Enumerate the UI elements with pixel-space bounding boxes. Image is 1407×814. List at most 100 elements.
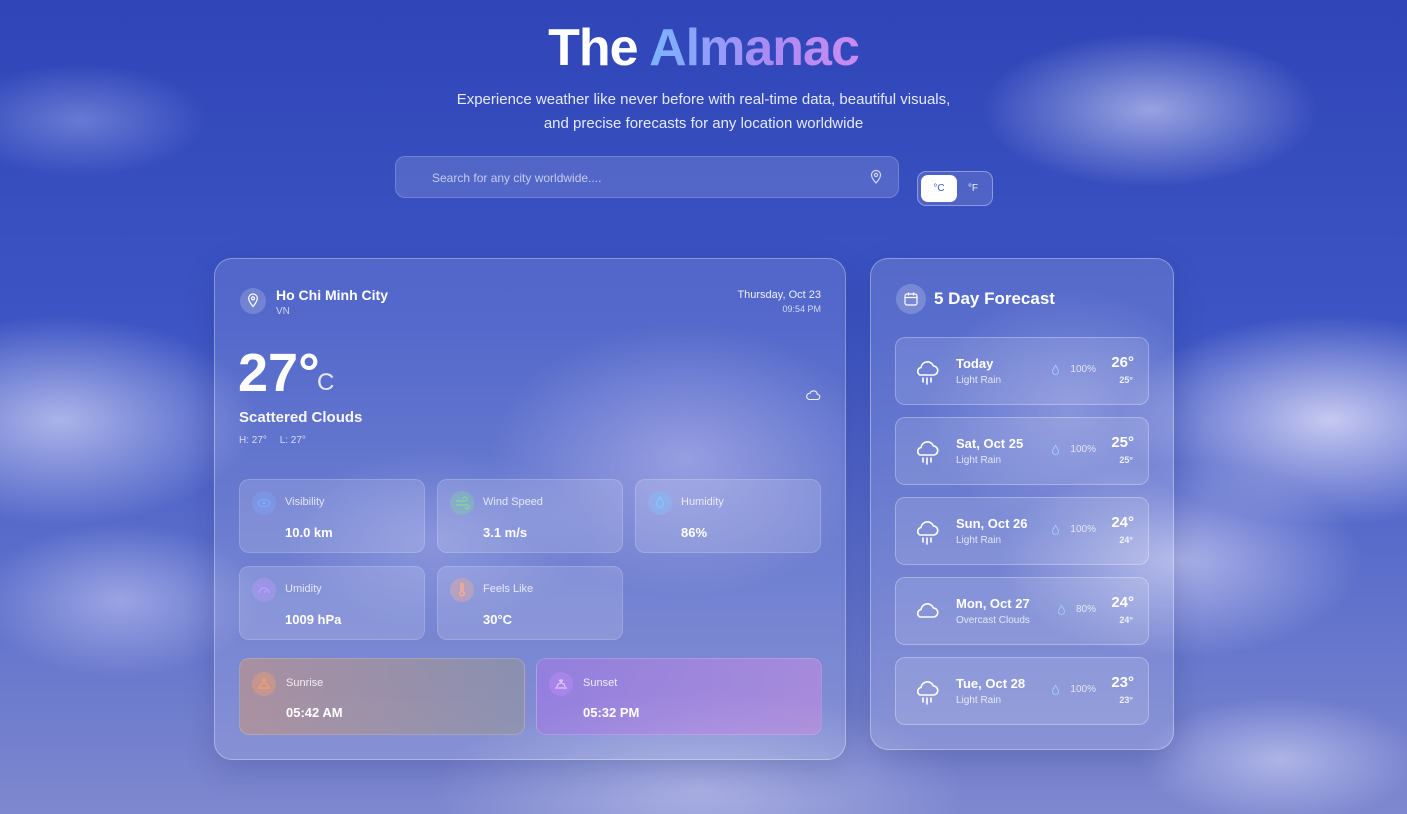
cloud-rain-icon bbox=[917, 681, 939, 705]
forecast-day: Tue, Oct 28 bbox=[956, 676, 1026, 691]
temperature-unit: C bbox=[317, 369, 335, 396]
sunset-label: Sunset bbox=[583, 677, 618, 689]
stat-label: Wind Speed bbox=[483, 496, 543, 508]
forecast-row[interactable]: Mon, Oct 27 Overcast Clouds 80% 24° 24° bbox=[895, 577, 1149, 645]
precipitation-value: 100% bbox=[1070, 444, 1096, 455]
stat-value: 1009 hPa bbox=[285, 612, 342, 627]
stat-visibility: Visibility 10.0 km bbox=[239, 479, 425, 553]
cloud-rain-icon bbox=[917, 521, 939, 545]
forecast-low: 25° bbox=[1119, 375, 1133, 385]
forecast-day: Today bbox=[956, 356, 994, 371]
forecast-row[interactable]: Tue, Oct 28 Light Rain 100% 23° 23° bbox=[895, 657, 1149, 725]
low-temp: L: 27° bbox=[279, 435, 306, 446]
stat-feels-like: Feels Like 30°C bbox=[437, 566, 623, 640]
stat-value: 10.0 km bbox=[285, 525, 333, 540]
app-title-main: The bbox=[548, 19, 638, 77]
cloud-rain-icon bbox=[917, 361, 939, 385]
stat-pressure: Umidity 1009 hPa bbox=[239, 566, 425, 640]
precipitation: 100% bbox=[1050, 523, 1096, 537]
forecast-desc: Overcast Clouds bbox=[956, 615, 1030, 626]
precipitation: 100% bbox=[1050, 363, 1096, 377]
wind-icon bbox=[450, 491, 474, 515]
search-bar[interactable] bbox=[395, 156, 899, 199]
droplet-icon bbox=[1051, 684, 1060, 695]
sunset-time: 05:32 PM bbox=[583, 705, 640, 720]
sunrise-time: 05:42 AM bbox=[286, 705, 343, 720]
high-temp: H: 27° bbox=[239, 435, 267, 446]
cloud-rain-icon bbox=[917, 441, 939, 465]
current-time: 09:54 PM bbox=[782, 304, 821, 314]
forecast-desc: Light Rain bbox=[956, 695, 1002, 706]
calendar-icon bbox=[896, 284, 926, 314]
fahrenheit-button[interactable]: °F bbox=[955, 175, 991, 202]
sunrise-label: Sunrise bbox=[286, 677, 324, 689]
forecast-row[interactable]: Sat, Oct 25 Light Rain 100% 25° 25° bbox=[895, 417, 1149, 485]
forecast-low: 23° bbox=[1119, 695, 1133, 705]
stat-value: 30°C bbox=[483, 612, 513, 627]
thermometer-icon bbox=[450, 578, 474, 602]
forecast-desc: Light Rain bbox=[956, 455, 1002, 466]
forecast-high: 23° bbox=[1111, 674, 1134, 691]
stat-value: 86% bbox=[681, 525, 708, 540]
precipitation-value: 100% bbox=[1070, 364, 1096, 375]
stat-label: Humidity bbox=[681, 496, 724, 508]
stat-value: 3.1 m/s bbox=[483, 525, 528, 540]
weather-condition: Scattered Clouds bbox=[239, 409, 363, 426]
forecast-high: 24° bbox=[1111, 514, 1134, 531]
sunrise-card: Sunrise 05:42 AM bbox=[239, 658, 525, 735]
forecast-desc: Light Rain bbox=[956, 535, 1002, 546]
stat-wind-speed: Wind Speed 3.1 m/s bbox=[437, 479, 623, 553]
current-weather-card: Ho Chi Minh City VN Thursday, Oct 23 09:… bbox=[214, 258, 846, 760]
sunset-icon bbox=[549, 672, 573, 696]
droplet-icon bbox=[1051, 364, 1060, 375]
app-header: The Almanac Experience weather like neve… bbox=[0, 18, 1407, 136]
forecast-row[interactable]: Today Light Rain 100% 26° 25° bbox=[895, 337, 1149, 405]
stat-humidity: Humidity 86% bbox=[635, 479, 821, 553]
droplet-icon bbox=[1051, 444, 1060, 455]
precipitation-value: 100% bbox=[1070, 524, 1096, 535]
forecast-low: 25° bbox=[1119, 455, 1133, 465]
forecast-day: Mon, Oct 27 bbox=[956, 596, 1030, 611]
cloud-icon bbox=[806, 390, 821, 401]
forecast-row[interactable]: Sun, Oct 26 Light Rain 100% 24° 24° bbox=[895, 497, 1149, 565]
stat-label: Feels Like bbox=[483, 583, 534, 595]
gauge-icon bbox=[252, 578, 276, 602]
unit-toggle[interactable]: °C °F bbox=[917, 171, 993, 206]
forecast-card: 5 Day Forecast Today Light Rain 100% 26°… bbox=[870, 258, 1174, 750]
droplet-icon bbox=[1051, 524, 1060, 535]
high-low: H: 27° L: 27° bbox=[239, 435, 316, 446]
app-title: The Almanac bbox=[0, 18, 1407, 78]
current-date: Thursday, Oct 23 bbox=[737, 289, 821, 301]
sunset-card: Sunset 05:32 PM bbox=[536, 658, 822, 735]
forecast-low: 24° bbox=[1119, 615, 1133, 625]
forecast-low: 24° bbox=[1119, 535, 1133, 545]
forecast-high: 25° bbox=[1111, 434, 1134, 451]
forecast-high: 26° bbox=[1111, 354, 1134, 371]
app-subtitle: Experience weather like never before wit… bbox=[456, 91, 951, 132]
location-icon bbox=[240, 288, 266, 314]
celsius-button[interactable]: °C bbox=[921, 175, 957, 202]
forecast-desc: Light Rain bbox=[956, 375, 1002, 386]
droplet-icon bbox=[648, 491, 672, 515]
country-code: VN bbox=[276, 306, 290, 317]
cloud-icon bbox=[917, 603, 939, 618]
sunrise-icon bbox=[252, 672, 276, 696]
city-name: Ho Chi Minh City bbox=[276, 287, 388, 303]
precipitation: 100% bbox=[1050, 443, 1096, 457]
eye-icon bbox=[252, 491, 276, 515]
forecast-day: Sun, Oct 26 bbox=[956, 516, 1028, 531]
stat-label: Umidity bbox=[285, 583, 322, 595]
forecast-day: Sat, Oct 25 bbox=[956, 436, 1024, 451]
search-input[interactable] bbox=[430, 157, 854, 199]
precipitation-value: 100% bbox=[1070, 684, 1096, 695]
precipitation: 100% bbox=[1050, 683, 1096, 697]
current-temperature: 27° bbox=[238, 343, 320, 403]
precipitation: 80% bbox=[1056, 603, 1096, 617]
location-pin-icon[interactable] bbox=[868, 169, 884, 185]
droplet-icon bbox=[1057, 604, 1066, 615]
app-title-accent: Almanac bbox=[649, 19, 860, 77]
stat-label: Visibility bbox=[285, 496, 325, 508]
forecast-title: 5 Day Forecast bbox=[934, 289, 1055, 308]
forecast-high: 24° bbox=[1111, 594, 1134, 611]
precipitation-value: 80% bbox=[1075, 604, 1096, 615]
